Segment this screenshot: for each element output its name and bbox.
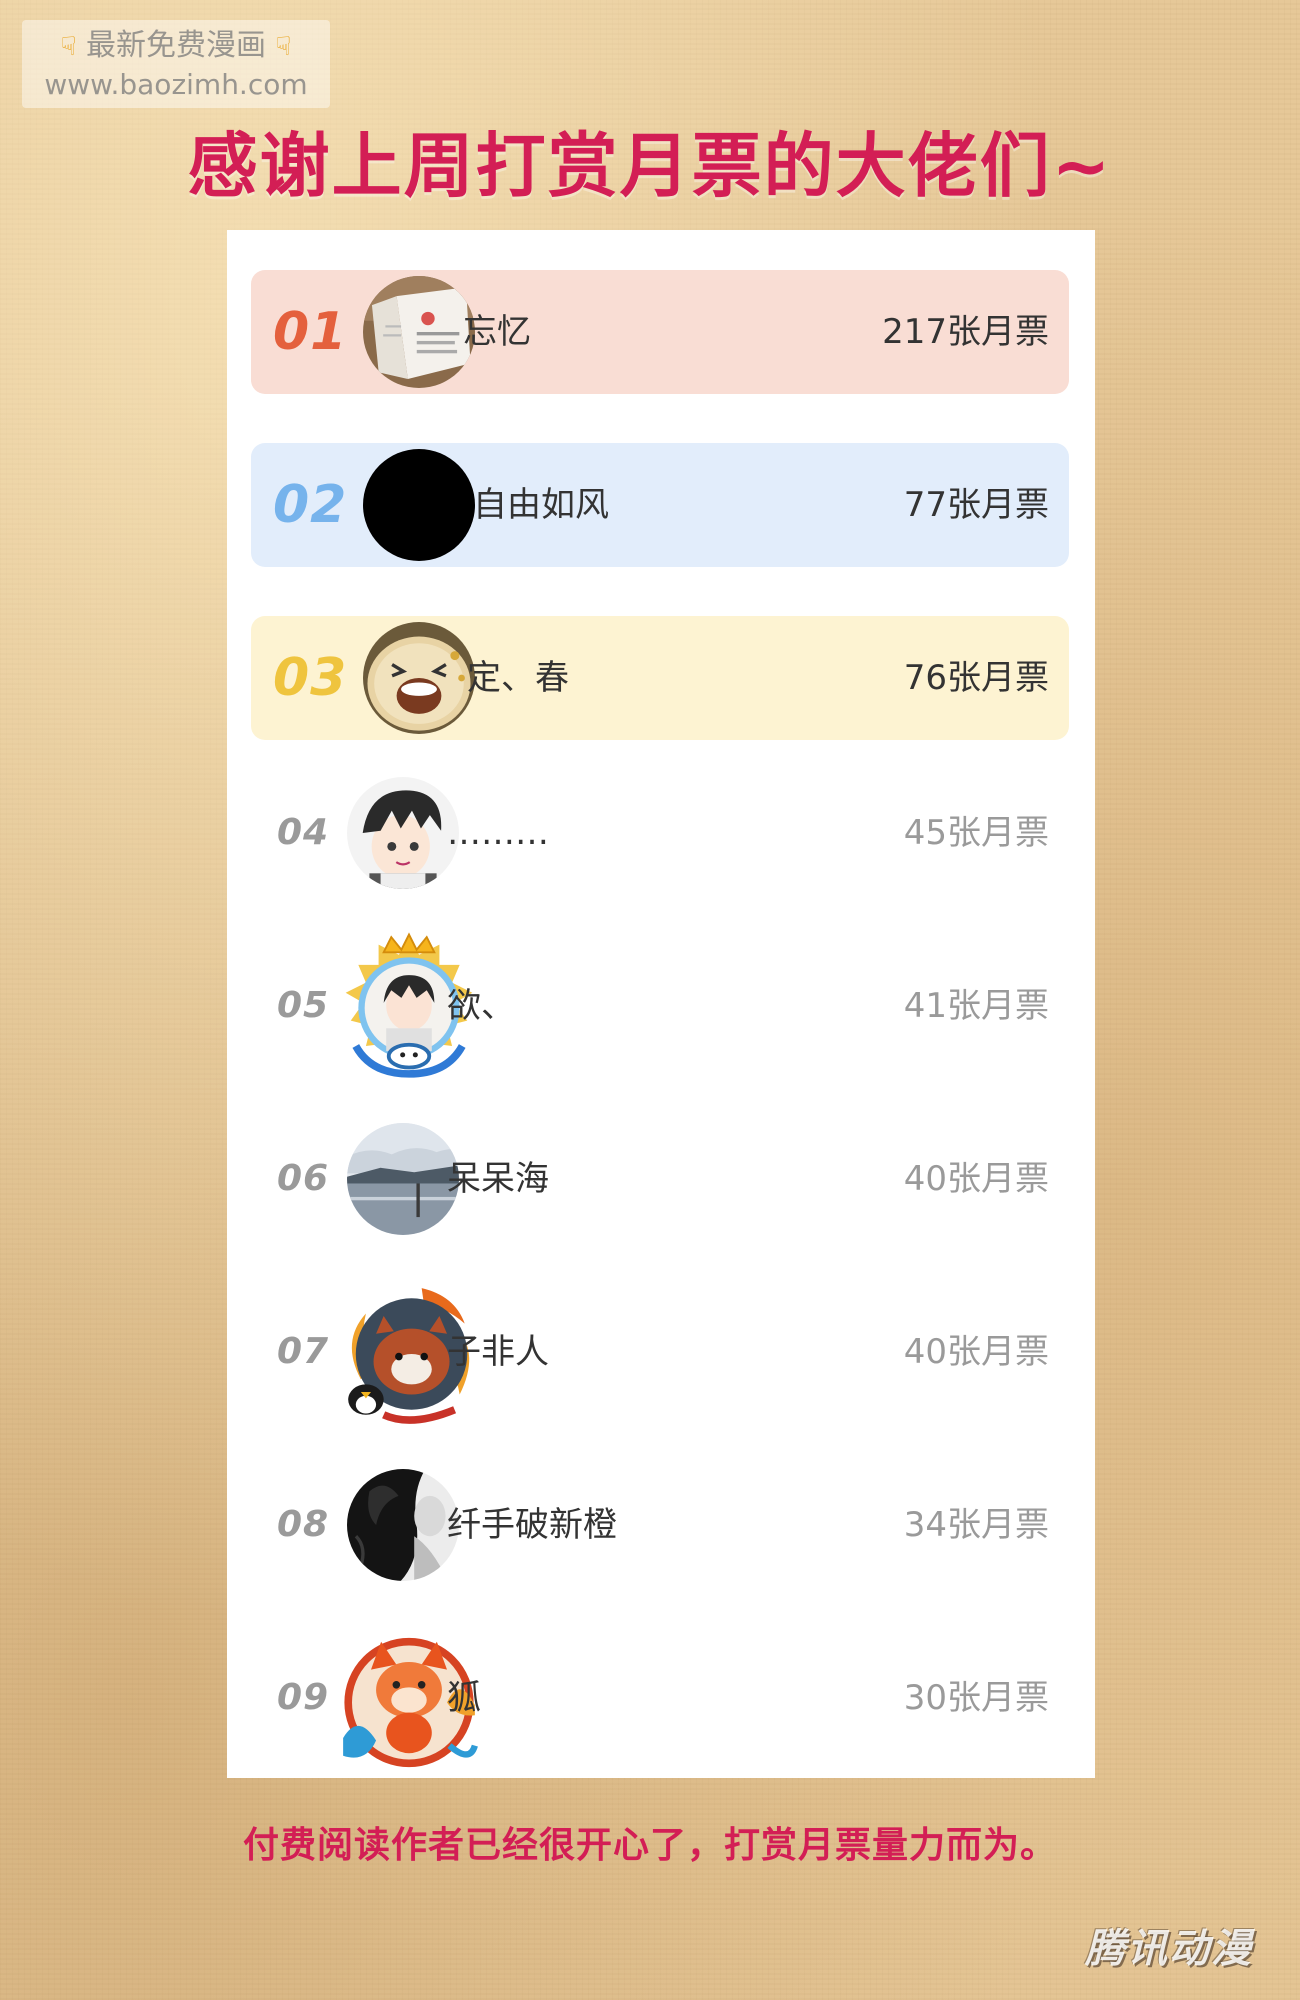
user-name: 忘忆: [463, 312, 531, 352]
ranking-row-1: 01 忘忆 217张月票: [251, 270, 1069, 394]
ranking-row-9: 09 狐 30张月票: [251, 1636, 1069, 1768]
rank-number: 07: [277, 1331, 330, 1372]
vote-count: 217张月票: [882, 312, 1049, 352]
user-name: 纤手破新橙: [447, 1505, 617, 1545]
rank-number: 05: [277, 985, 330, 1026]
vote-count: 34张月票: [903, 1505, 1049, 1545]
vote-count: 45张月票: [903, 813, 1049, 853]
vote-count: 41张月票: [903, 986, 1049, 1026]
user-name: 自由如风: [473, 485, 609, 525]
ranking-row-3: 03 定、春 76张月票: [251, 616, 1069, 740]
ranking-row-7: 07 子非人 40张月票: [251, 1288, 1069, 1424]
rank-number: 09: [277, 1677, 330, 1718]
ranking-row-4: 04 ……… 45张月票: [251, 771, 1069, 895]
ranking-row-2: 02 自由如风 77张月票: [251, 443, 1069, 567]
ranking-row-8: 08 纤手破新橙 34张月票: [251, 1463, 1069, 1587]
laughing-bun-avatar: [363, 622, 475, 734]
rank-number: 01: [273, 302, 348, 362]
anime-boy-avatar: [347, 777, 459, 889]
rank-number: 03: [273, 648, 348, 708]
user-name: 子非人: [447, 1332, 549, 1372]
rank-number: 02: [273, 475, 348, 535]
vote-count: 40张月票: [903, 1332, 1049, 1372]
site-watermark: ☟ 最新免费漫画 ☟ www.baozimh.com: [22, 20, 330, 108]
user-name: 狐: [447, 1678, 481, 1718]
ranking-row-5: 05 欲、 41张月票: [251, 932, 1069, 1078]
pointing-down-hand-icon: ☟: [275, 32, 292, 62]
user-name: 呆呆海: [447, 1159, 549, 1199]
page-title: 感谢上周打赏月票的大佬们~: [187, 125, 1113, 207]
black-hair-portrait-avatar: [347, 1469, 459, 1581]
vote-count: 76张月票: [903, 658, 1049, 698]
watermark-line2: www.baozimh.com: [44, 68, 308, 101]
watermark-line1: 最新免费漫画: [86, 28, 266, 63]
book-photo-avatar: [363, 276, 475, 388]
user-name: 定、春: [467, 658, 569, 698]
footer-note: 付费阅读作者已经很开心了，打赏月票量力而为。: [242, 1825, 1057, 1866]
ranking-card: 01 忘忆 217张月票 02 自由如风 77张月票 03 定、春 76张月票 …: [227, 230, 1095, 1778]
pointing-down-hand-icon: ☟: [60, 32, 77, 62]
black-circle-avatar: [363, 449, 475, 561]
lake-landscape-avatar: [347, 1123, 459, 1235]
vote-count: 40张月票: [903, 1159, 1049, 1199]
brand-logo: 腾讯动漫: [1085, 1926, 1253, 1972]
user-name: 欲、: [447, 986, 515, 1026]
rank-number: 04: [277, 812, 330, 853]
rank-number: 08: [277, 1504, 330, 1545]
ranking-row-6: 06 呆呆海 40张月票: [251, 1117, 1069, 1241]
rank-number: 06: [277, 1158, 330, 1199]
user-name: ………: [447, 813, 549, 853]
vote-count: 30张月票: [903, 1678, 1049, 1718]
vote-count: 77张月票: [903, 485, 1049, 525]
